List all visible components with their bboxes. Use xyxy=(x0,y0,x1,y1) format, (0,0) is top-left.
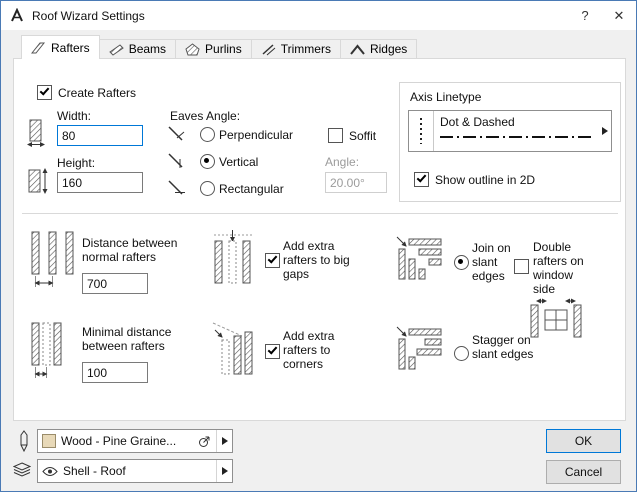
width-label: Width: xyxy=(57,109,91,123)
vertical-label: Vertical xyxy=(219,155,258,169)
layers-icon xyxy=(13,462,31,477)
cancel-button[interactable]: Cancel xyxy=(546,460,621,484)
minimal-rafter-distance-input[interactable] xyxy=(82,362,148,383)
stagger-slant-edges-icon xyxy=(395,325,443,371)
tab-label: Purlins xyxy=(205,42,242,56)
material-value: Wood - Pine Graine... xyxy=(61,434,193,448)
double-rafters-label: Double rafters on window side xyxy=(533,240,595,296)
material-dropdown-arrow[interactable] xyxy=(216,430,232,452)
trimmers-tab-icon xyxy=(261,43,276,56)
material-combo[interactable]: Wood - Pine Graine... xyxy=(37,429,233,453)
ok-button[interactable]: OK xyxy=(546,429,621,453)
close-button[interactable]: ✕ xyxy=(602,1,636,30)
angle-input xyxy=(325,172,387,193)
tab-ridges[interactable]: Ridges xyxy=(340,39,417,59)
layer-value: Shell - Roof xyxy=(63,464,211,478)
normal-rafter-distance-label: Distance between normal rafters xyxy=(82,236,194,264)
tab-trimmers[interactable]: Trimmers xyxy=(251,39,341,59)
normal-rafter-distance-input[interactable] xyxy=(82,273,148,294)
height-input[interactable] xyxy=(57,172,143,193)
help-button[interactable]: ? xyxy=(568,1,602,30)
purlins-tab-icon xyxy=(185,43,200,56)
dash-dot-sample-icon xyxy=(440,136,592,138)
material-swatch xyxy=(42,434,56,448)
extra-rafters-big-gaps-label: Add extra rafters to big gaps xyxy=(283,239,363,281)
linetype-name: Dot & Dashed xyxy=(440,115,592,129)
rectangular-label: Rectangular xyxy=(219,182,284,196)
material-picker-icon[interactable] xyxy=(198,435,211,448)
tab-purlins[interactable]: Purlins xyxy=(175,39,252,59)
ridges-tab-icon xyxy=(350,43,365,56)
section-divider xyxy=(22,213,618,214)
rafters-tab-icon xyxy=(31,41,46,54)
eaves-angle-title: Eaves Angle: xyxy=(170,109,240,123)
eaves-rectangular-icon xyxy=(166,179,188,197)
tab-strip: Rafters Beams Purlins Trimmers Ridges xyxy=(21,35,416,59)
roof-wizard-dialog: Roof Wizard Settings ? ✕ Rafters Beams P… xyxy=(0,0,637,492)
stagger-slant-edges-radio[interactable] xyxy=(454,346,469,361)
double-rafters-checkbox[interactable] xyxy=(514,259,529,274)
tab-label: Ridges xyxy=(370,42,407,56)
extra-rafters-big-gaps-icon xyxy=(212,229,254,291)
axis-linetype-group: Axis Linetype Dot & Dashed Show outline … xyxy=(399,82,621,202)
height-label: Height: xyxy=(57,156,95,170)
linetype-picker[interactable]: Dot & Dashed xyxy=(408,110,612,152)
layer-combo[interactable]: Shell - Roof xyxy=(37,459,233,483)
create-rafters-label: Create Rafters xyxy=(58,86,136,100)
app-icon xyxy=(9,8,25,24)
eaves-vertical-icon xyxy=(166,152,188,170)
width-input[interactable] xyxy=(57,125,143,146)
linetype-selection: Dot & Dashed xyxy=(434,111,598,151)
tab-beams[interactable]: Beams xyxy=(99,39,176,59)
layer-visibility-eye-icon xyxy=(42,466,58,477)
normal-rafter-distance-icon xyxy=(30,230,76,292)
tab-label: Trimmers xyxy=(281,42,331,56)
eaves-perpendicular-icon xyxy=(166,125,188,143)
join-slant-edges-radio[interactable] xyxy=(454,255,469,270)
show-outline-label: Show outline in 2D xyxy=(435,173,535,187)
extra-rafters-corners-checkbox[interactable] xyxy=(265,344,280,359)
soffit-label: Soffit xyxy=(349,129,376,143)
rafter-width-icon xyxy=(27,119,45,147)
extra-rafters-corners-label: Add extra rafters to corners xyxy=(283,329,355,371)
beams-tab-icon xyxy=(109,43,124,56)
perpendicular-radio[interactable] xyxy=(200,127,215,142)
window-title: Roof Wizard Settings xyxy=(32,9,145,23)
tab-rafters[interactable]: Rafters xyxy=(21,35,100,59)
linetype-preview-icon xyxy=(409,111,434,151)
angle-label: Angle: xyxy=(325,155,359,169)
linetype-dropdown-arrow[interactable] xyxy=(598,111,611,151)
create-rafters-checkbox[interactable] xyxy=(37,85,52,100)
join-slant-edges-icon xyxy=(395,235,443,281)
soffit-checkbox[interactable] xyxy=(328,128,343,143)
rafters-tab-panel: Create Rafters Width: Height: Eaves Angl… xyxy=(13,58,626,421)
rectangular-radio[interactable] xyxy=(200,181,215,196)
extra-rafters-big-gaps-checkbox[interactable] xyxy=(265,253,280,268)
titlebar: Roof Wizard Settings ? ✕ xyxy=(1,1,636,30)
material-pen-icon xyxy=(18,430,30,452)
perpendicular-label: Perpendicular xyxy=(219,128,293,142)
extra-rafters-corners-icon xyxy=(212,320,254,382)
vertical-radio[interactable] xyxy=(200,154,215,169)
minimal-rafter-distance-label: Minimal distance between rafters xyxy=(82,325,186,353)
join-slant-edges-label: Join on slant edges xyxy=(472,241,518,283)
tab-label: Beams xyxy=(129,42,166,56)
layer-dropdown-arrow[interactable] xyxy=(216,460,232,482)
tab-label: Rafters xyxy=(51,41,90,55)
rafter-height-icon xyxy=(27,167,49,195)
minimal-rafter-distance-icon xyxy=(30,321,76,383)
axis-linetype-title: Axis Linetype xyxy=(410,90,481,104)
show-outline-checkbox[interactable] xyxy=(414,172,429,187)
double-rafters-icon xyxy=(528,297,584,341)
